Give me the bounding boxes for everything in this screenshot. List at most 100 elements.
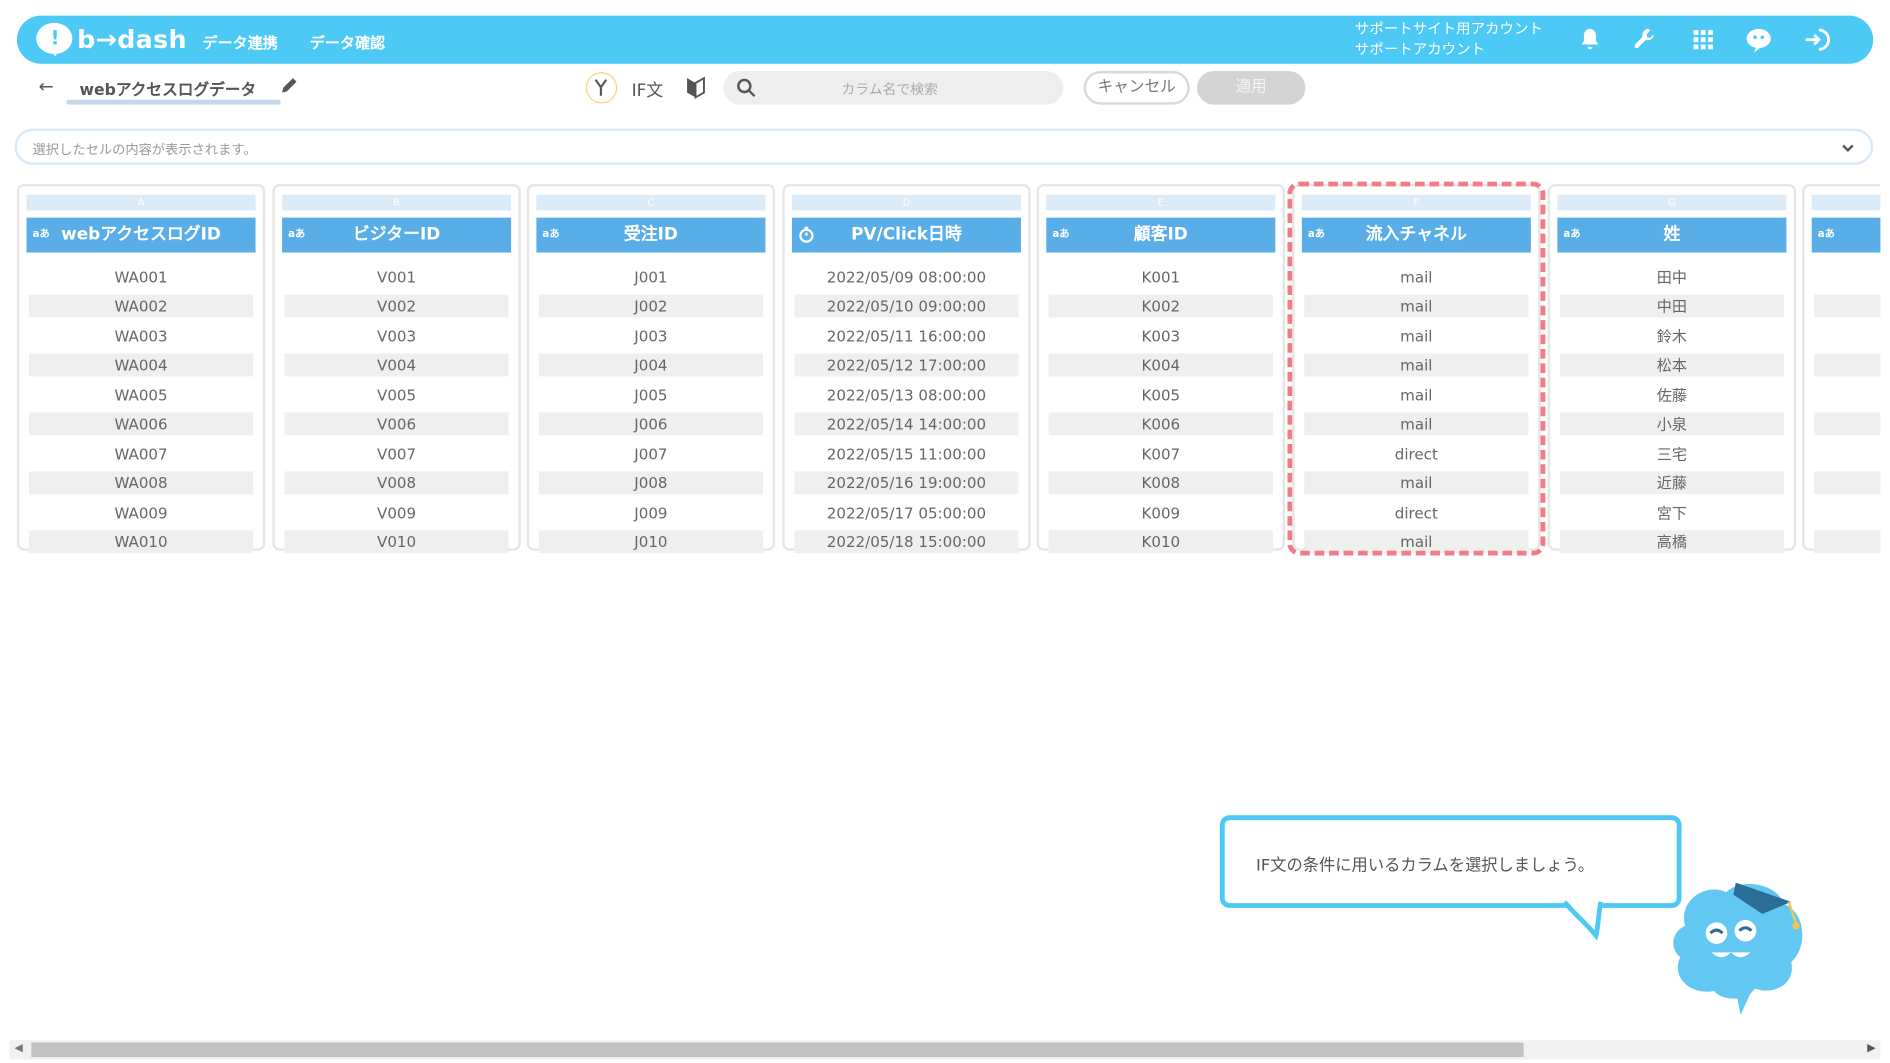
table-cell[interactable]: mail bbox=[1304, 471, 1529, 495]
bdash-logo[interactable]: ! b→dash bbox=[36, 22, 187, 57]
table-cell[interactable] bbox=[1814, 471, 1881, 495]
table-cell[interactable]: J010 bbox=[538, 530, 764, 554]
table-cell[interactable]: J009 bbox=[539, 501, 763, 524]
table-cell[interactable]: J008 bbox=[538, 471, 764, 495]
table-cell[interactable]: V002 bbox=[284, 294, 509, 318]
table-cell[interactable] bbox=[1814, 294, 1881, 318]
nav-data-check[interactable]: データ確認 bbox=[310, 30, 385, 53]
table-cell[interactable]: V010 bbox=[284, 530, 509, 554]
table-cell[interactable]: WA010 bbox=[28, 530, 254, 554]
table-cell[interactable]: K005 bbox=[1049, 384, 1273, 407]
table-column[interactable]: aあ bbox=[1802, 183, 1881, 554]
column-header[interactable]: aあ 流入チャネル bbox=[1301, 217, 1531, 253]
table-cell[interactable]: K002 bbox=[1048, 294, 1273, 318]
table-cell[interactable]: J001 bbox=[539, 266, 763, 289]
table-column[interactable]: D PV/Click日時 2022/05/09 08:00:00 2022/05/10… bbox=[782, 183, 1031, 554]
table-cell[interactable]: 2022/05/15 11:00:00 bbox=[794, 443, 1018, 466]
search-input[interactable]: カラム名で検索 bbox=[723, 70, 1064, 105]
table-cell[interactable]: J004 bbox=[538, 353, 764, 377]
table-cell[interactable]: K001 bbox=[1049, 266, 1273, 289]
table-cell[interactable]: 2022/05/18 15:00:00 bbox=[794, 530, 1019, 554]
table-cell[interactable]: K007 bbox=[1049, 443, 1273, 466]
table-cell[interactable]: 宮下 bbox=[1560, 501, 1784, 524]
table-cell[interactable]: K006 bbox=[1048, 412, 1273, 436]
apply-button[interactable]: 適用 bbox=[1196, 70, 1306, 105]
table-cell[interactable]: WA009 bbox=[29, 501, 253, 524]
table-cell[interactable] bbox=[1814, 443, 1880, 466]
table-cell[interactable]: V004 bbox=[284, 353, 509, 377]
table-cell[interactable] bbox=[1814, 412, 1881, 436]
table-cell[interactable]: 鈴木 bbox=[1560, 325, 1784, 348]
page-title[interactable]: webアクセスログデータ bbox=[80, 77, 257, 100]
table-cell[interactable]: J006 bbox=[538, 412, 764, 436]
table-column[interactable]: Aaあ webアクセスログID WA001 WA002 WA003 WA004 WA005 W… bbox=[16, 183, 266, 554]
table-cell[interactable]: V001 bbox=[284, 266, 508, 289]
wrench-icon[interactable] bbox=[1630, 25, 1661, 54]
table-column[interactable]: Baあ ビジターID V001 V002 V003 V004 V005 V006 V007 V00… bbox=[272, 183, 521, 554]
bell-icon[interactable] bbox=[1574, 25, 1605, 54]
table-cell[interactable]: 2022/05/12 17:00:00 bbox=[794, 353, 1019, 377]
table-cell[interactable]: WA002 bbox=[28, 294, 254, 318]
column-header[interactable]: aあ 受注ID bbox=[536, 217, 766, 253]
table-cell[interactable]: J005 bbox=[539, 384, 763, 407]
table-cell[interactable]: WA008 bbox=[28, 471, 254, 495]
table-cell[interactable]: mail bbox=[1304, 294, 1529, 318]
table-cell[interactable]: K008 bbox=[1048, 471, 1273, 495]
table-cell[interactable]: V006 bbox=[284, 412, 509, 436]
table-cell[interactable]: 佐藤 bbox=[1560, 384, 1784, 407]
table-cell[interactable]: V005 bbox=[284, 384, 508, 407]
table-cell[interactable]: 田中 bbox=[1560, 266, 1784, 289]
table-cell[interactable]: 近藤 bbox=[1559, 471, 1784, 495]
table-cell[interactable]: direct bbox=[1304, 443, 1528, 466]
column-header[interactable]: aあ ビジターID bbox=[282, 217, 512, 253]
pencil-icon[interactable] bbox=[280, 76, 299, 95]
beginner-mark-icon[interactable] bbox=[685, 76, 707, 100]
scrollbar-thumb[interactable] bbox=[31, 1042, 1524, 1057]
table-cell[interactable]: V003 bbox=[284, 325, 508, 348]
table-cell[interactable]: direct bbox=[1304, 501, 1528, 524]
logout-icon[interactable] bbox=[1801, 25, 1832, 54]
chat-mascot-icon[interactable] bbox=[1743, 25, 1774, 54]
table-column[interactable]: Faあ 流入チャネル mail mail mail mail mail mail direct m… bbox=[1292, 183, 1541, 554]
grid-icon[interactable] bbox=[1688, 25, 1719, 54]
column-header[interactable]: aあ webアクセスログID bbox=[26, 217, 256, 253]
table-cell[interactable]: mail bbox=[1304, 325, 1528, 348]
table-cell[interactable] bbox=[1814, 325, 1880, 348]
table-cell[interactable]: WA005 bbox=[29, 384, 253, 407]
table-cell[interactable]: 2022/05/11 16:00:00 bbox=[794, 325, 1018, 348]
account-info[interactable]: サポートサイト用アカウント サポートアカウント bbox=[1355, 19, 1543, 60]
table-cell[interactable]: 小泉 bbox=[1559, 412, 1784, 436]
table-cell[interactable]: 高橋 bbox=[1559, 530, 1784, 554]
table-cell[interactable]: 2022/05/17 05:00:00 bbox=[794, 501, 1018, 524]
table-cell[interactable]: V007 bbox=[284, 443, 508, 466]
nav-data-integration[interactable]: データ連携 bbox=[203, 30, 278, 53]
table-cell[interactable]: WA003 bbox=[29, 325, 253, 348]
table-cell[interactable]: mail bbox=[1304, 530, 1529, 554]
column-header[interactable]: PV/Click日時 bbox=[791, 217, 1021, 253]
table-cell[interactable]: 2022/05/14 14:00:00 bbox=[794, 412, 1019, 436]
table-cell[interactable]: mail bbox=[1304, 412, 1529, 436]
table-cell[interactable]: K010 bbox=[1048, 530, 1273, 554]
table-cell[interactable]: V008 bbox=[284, 471, 509, 495]
table-cell[interactable]: WA007 bbox=[29, 443, 253, 466]
table-cell[interactable]: WA004 bbox=[28, 353, 254, 377]
horizontal-scrollbar[interactable]: ◀ ▶ bbox=[9, 1040, 1881, 1060]
table-column[interactable]: Eaあ 顧客ID K001 K002 K003 K004 K005 K006 K007 K008 K… bbox=[1036, 183, 1285, 554]
table-cell[interactable]: K009 bbox=[1049, 501, 1273, 524]
table-cell[interactable]: 2022/05/13 08:00:00 bbox=[794, 384, 1018, 407]
table-cell[interactable]: mail bbox=[1304, 384, 1528, 407]
table-column[interactable]: Caあ 受注ID J001 J002 J003 J004 J005 J006 J007 J008 J… bbox=[526, 183, 776, 554]
table-cell[interactable]: 三宅 bbox=[1560, 443, 1784, 466]
chevron-down-icon[interactable] bbox=[1839, 138, 1856, 155]
scroll-left-icon[interactable]: ◀ bbox=[14, 1043, 22, 1055]
table-cell[interactable]: K004 bbox=[1048, 353, 1273, 377]
table-cell[interactable]: J002 bbox=[538, 294, 764, 318]
table-cell[interactable]: mail bbox=[1304, 266, 1528, 289]
table-cell[interactable] bbox=[1814, 501, 1880, 524]
table-cell[interactable]: mail bbox=[1304, 353, 1529, 377]
table-cell[interactable] bbox=[1814, 353, 1881, 377]
table-cell[interactable]: 2022/05/16 19:00:00 bbox=[794, 471, 1019, 495]
column-header[interactable]: aあ 顧客ID bbox=[1046, 217, 1276, 253]
cancel-button[interactable]: キャンセル bbox=[1083, 70, 1190, 105]
table-cell[interactable] bbox=[1814, 384, 1880, 407]
